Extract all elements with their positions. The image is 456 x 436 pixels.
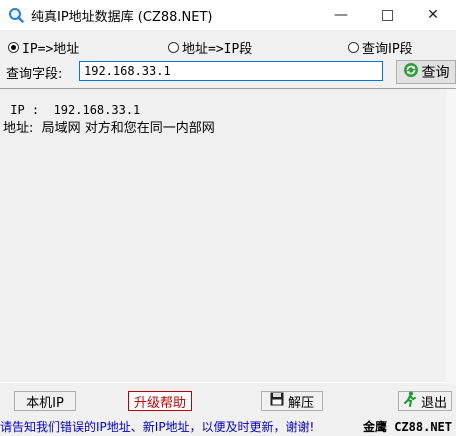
query-field-label: 查询字段:: [6, 67, 63, 82]
result-area[interactable]: IP : 192.168.33.1 地址: 局域网 对方和您在同一内部网: [0, 88, 456, 384]
upgrade-help-button-label: 升级帮助: [133, 395, 186, 411]
upgrade-help-button[interactable]: 升级帮助: [128, 391, 192, 411]
query-input[interactable]: [79, 61, 383, 81]
radio-label: 地址=>IP段: [182, 41, 253, 57]
maximize-button[interactable]: [364, 0, 410, 30]
radio-circle[interactable]: [168, 41, 179, 53]
marquee-text: 请告知我们错误的IP地址、新IP地址，以便及时更新，谢谢!: [0, 420, 315, 434]
local-ip-button-label: 本机IP: [26, 395, 64, 411]
query-button[interactable]: 查询: [396, 60, 456, 84]
result-ip-line: IP : 192.168.33.1: [3, 103, 141, 117]
title-bar: 纯真IP地址数据库 (CZ88.NET) — ✕: [0, 0, 456, 30]
local-ip-button[interactable]: 本机IP: [14, 391, 76, 411]
exit-button[interactable]: 退出: [398, 391, 452, 411]
floppy-disk-icon: [270, 392, 284, 410]
radio-circle[interactable]: [348, 41, 359, 53]
unzip-button-label: 解压: [287, 395, 314, 411]
unzip-button[interactable]: 解压: [261, 391, 323, 411]
radio-address-to-ip-range[interactable]: 地址=>IP段: [168, 38, 253, 57]
vertical-scrollbar[interactable]: [446, 89, 456, 384]
radio-ip-to-address[interactable]: IP=>地址: [8, 38, 80, 57]
query-button-label: 查询: [421, 65, 450, 81]
exit-button-label: 退出: [420, 395, 447, 411]
radio-label: IP=>地址: [22, 41, 80, 57]
minimize-button[interactable]: —: [318, 0, 364, 30]
running-man-icon: [403, 391, 417, 411]
radio-label: 查询IP段: [362, 41, 413, 57]
magnifier-app-icon: [8, 7, 24, 23]
close-button[interactable]: ✕: [410, 0, 456, 30]
window-title: 纯真IP地址数据库 (CZ88.NET): [31, 10, 213, 25]
result-address-line: 地址: 局域网 对方和您在同一内部网: [3, 121, 215, 136]
radio-circle-checked[interactable]: [8, 41, 19, 53]
radio-query-ip-range[interactable]: 查询IP段: [348, 38, 413, 57]
brand-label: 金鹰 CZ88.NET: [362, 418, 452, 436]
refresh-icon: [403, 62, 419, 82]
